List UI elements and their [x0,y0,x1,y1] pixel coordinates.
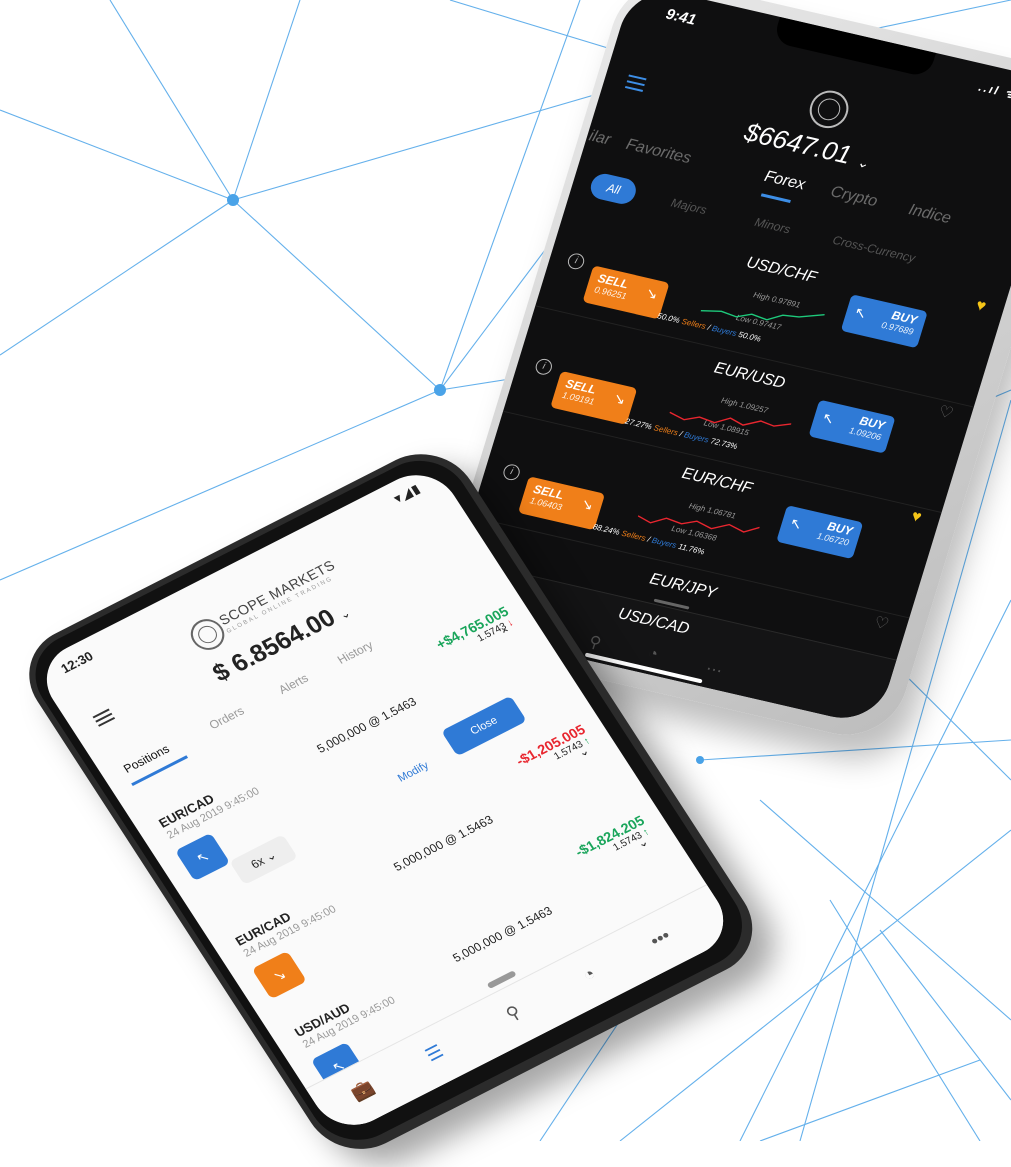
buy-side-icon[interactable]: ↖ [174,832,231,882]
tab-history[interactable]: History [335,638,376,667]
tab-indices[interactable]: Indice [906,201,954,228]
tab-orders[interactable]: Orders [206,704,246,732]
search-icon[interactable]: ⚲ [502,1002,525,1026]
pie-chart-icon[interactable]: ◔ [645,645,660,664]
pair-name: EUR/CHF [679,465,755,498]
info-icon[interactable]: i [501,462,522,482]
buy-button[interactable]: BUY 0.97689 ↖ [840,294,928,349]
buy-button[interactable]: BUY 1.06720 ↖ [776,505,864,560]
signal-battery-icon: ▾◢▮ [391,481,424,506]
quotes-icon[interactable]: ☰ [422,1041,448,1066]
pair-name: EUR/JPY [647,570,719,602]
position-amount: 5,000,000 @ 1.5463 [314,694,419,756]
more-icon[interactable]: ••• [646,925,674,951]
subtab-all[interactable]: All [587,171,640,207]
menu-icon[interactable] [624,71,648,96]
chevron-down-icon: ⌄ [336,605,354,623]
menu-icon[interactable] [91,706,117,729]
sell-button[interactable]: SELL 1.06403 ↘ [517,476,606,531]
heart-icon[interactable]: ♥ [974,297,988,316]
status-time: 12:30 [58,648,96,677]
sell-button[interactable]: SELL 1.09191 ↘ [550,370,638,425]
tab-alerts[interactable]: Alerts [276,671,311,697]
tab-crypto[interactable]: Crypto [828,183,880,211]
more-icon[interactable]: ⋯ [703,658,725,681]
briefcase-icon[interactable]: 💼 [347,1076,378,1104]
info-icon[interactable]: i [565,251,587,271]
pie-chart-icon[interactable]: ◔ [579,964,600,987]
subtab-majors[interactable]: Majors [669,196,708,218]
brand-logo-icon [804,86,854,132]
pair-name: EUR/USD [712,359,788,393]
sell-button[interactable]: SELL 0.96251 ↘ [582,265,670,320]
status-time: 9:41 [663,5,699,29]
position-amount: 5,000,000 @ 1.5463 [390,812,496,874]
subtab-minors[interactable]: Minors [753,215,792,237]
search-icon[interactable]: ⚲ [586,631,603,653]
info-icon[interactable]: i [533,357,554,377]
tab-favorites[interactable]: Favorites [624,136,693,168]
heart-icon[interactable]: ♥ [909,508,923,527]
tab-forex[interactable]: Forex [762,168,807,194]
bottom-pair-name: USD/CAD [616,605,692,638]
signal-battery-icon: ..ıl ᯤ ▬ [976,79,1011,107]
heart-outline-icon[interactable]: ♡ [871,612,891,634]
heart-outline-icon[interactable]: ♡ [936,401,956,423]
pair-name: USD/CHF [744,254,819,287]
chevron-down-icon: ⌄ [855,153,872,172]
sell-side-icon[interactable]: ↘ [251,950,307,1000]
active-tab-indicator [760,193,791,203]
subtab-cross-currency[interactable]: Cross-Currency [831,233,917,265]
buy-button[interactable]: BUY 1.09206 ↖ [808,399,896,454]
tab-popular[interactable]: ilar [587,127,613,149]
tab-positions[interactable]: Positions [121,742,172,776]
